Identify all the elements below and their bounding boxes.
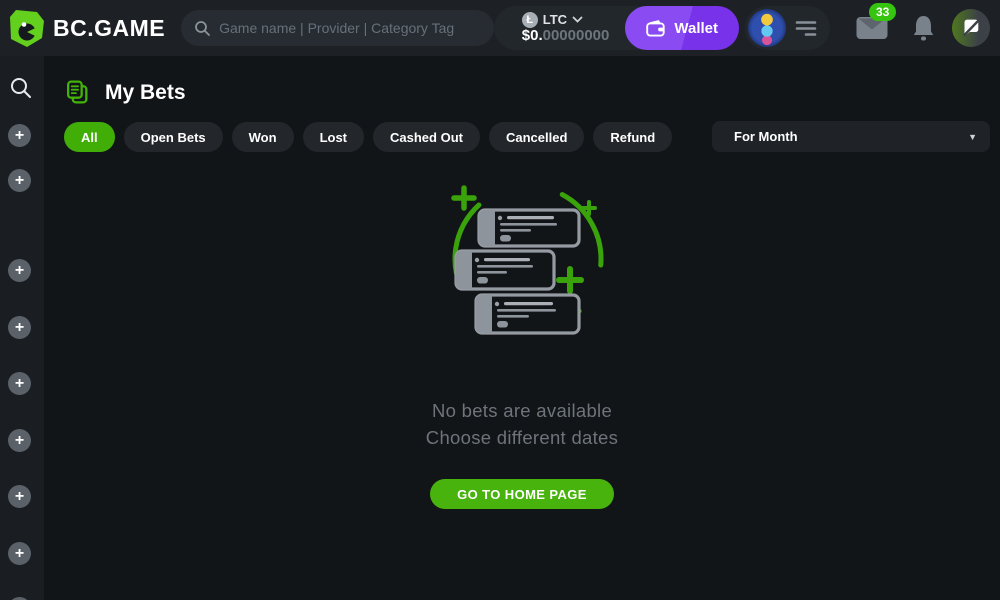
- page-title: My Bets: [105, 81, 186, 105]
- sidebar-expand-button[interactable]: +: [8, 316, 31, 339]
- empty-state-message: No bets are available Choose different d…: [426, 397, 618, 451]
- empty-message-line1: No bets are available: [426, 397, 618, 424]
- logo[interactable]: BC.GAME: [6, 8, 165, 48]
- bell-icon[interactable]: [912, 14, 935, 42]
- chat-toggle-button[interactable]: [952, 9, 990, 47]
- balance-amount: $0.00000000: [522, 28, 610, 45]
- wallet-button[interactable]: Wallet: [625, 6, 739, 50]
- search-input[interactable]: [219, 20, 481, 36]
- game-search-bar[interactable]: [181, 10, 494, 46]
- filter-all[interactable]: All: [64, 122, 115, 152]
- filter-cancelled[interactable]: Cancelled: [489, 122, 584, 152]
- currency-code: LTC: [543, 12, 567, 27]
- currency-selector[interactable]: Ł LTC $0.00000000: [522, 12, 610, 45]
- filter-open-bets[interactable]: Open Bets: [124, 122, 223, 152]
- sidebar-expand-button[interactable]: +: [8, 429, 31, 452]
- wallet-button-label: Wallet: [674, 20, 718, 37]
- logo-icon: [6, 8, 46, 48]
- sidebar-expand-button[interactable]: +: [8, 259, 31, 282]
- user-avatar[interactable]: [748, 9, 786, 47]
- page-title-row: My Bets: [64, 79, 186, 106]
- sidebar-expand-button[interactable]: +: [8, 372, 31, 395]
- profile-menu-icon[interactable]: [795, 20, 817, 37]
- bc-game-app: BC.GAME Ł LTC: [0, 0, 1000, 600]
- header-right-cluster: Ł LTC $0.00000000: [494, 6, 990, 50]
- sidebar-expand-button[interactable]: +: [8, 169, 31, 192]
- filter-lost[interactable]: Lost: [303, 122, 364, 152]
- filter-refund[interactable]: Refund: [593, 122, 672, 152]
- balance-whole: $0.: [522, 27, 543, 44]
- filter-won[interactable]: Won: [232, 122, 294, 152]
- wallet-icon: [646, 20, 665, 37]
- empty-message-line2: Choose different dates: [426, 424, 618, 451]
- bet-status-filters: All Open Bets Won Lost Cashed Out Cancel…: [64, 122, 672, 152]
- sidebar-expand-button[interactable]: +: [8, 124, 31, 147]
- ltc-coin-icon: Ł: [522, 12, 538, 28]
- sidebar-expand-button[interactable]: +: [8, 485, 31, 508]
- balance-wallet-group: Ł LTC $0.00000000: [494, 6, 739, 50]
- chevron-down-icon: [572, 16, 583, 23]
- search-icon: [194, 20, 211, 37]
- empty-bets-illustration: [415, 174, 630, 359]
- caret-down-icon: ▼: [968, 132, 977, 142]
- chat-slash-icon: [962, 19, 981, 38]
- logo-text: BC.GAME: [53, 15, 165, 42]
- filter-cashed-out[interactable]: Cashed Out: [373, 122, 480, 152]
- sidebar-expand-button[interactable]: +: [8, 542, 31, 565]
- my-bets-page: My Bets All Open Bets Won Lost Cashed Ou…: [44, 56, 1000, 600]
- profile-group: [745, 6, 830, 50]
- period-dropdown-value: For Month: [734, 129, 798, 144]
- go-home-button[interactable]: GO TO HOME PAGE: [430, 479, 614, 509]
- top-header: BC.GAME Ł LTC: [0, 0, 1000, 56]
- period-dropdown[interactable]: For Month ▼: [712, 121, 990, 152]
- balance-fraction: 00000000: [543, 27, 610, 44]
- my-bets-icon: [64, 79, 91, 106]
- empty-state: No bets are available Choose different d…: [44, 174, 1000, 509]
- mail-badge: 33: [869, 3, 896, 21]
- left-sidebar: + + + + + + + + +: [0, 56, 44, 600]
- notifications-mail[interactable]: 33: [856, 16, 888, 40]
- sidebar-search-icon[interactable]: [9, 76, 33, 105]
